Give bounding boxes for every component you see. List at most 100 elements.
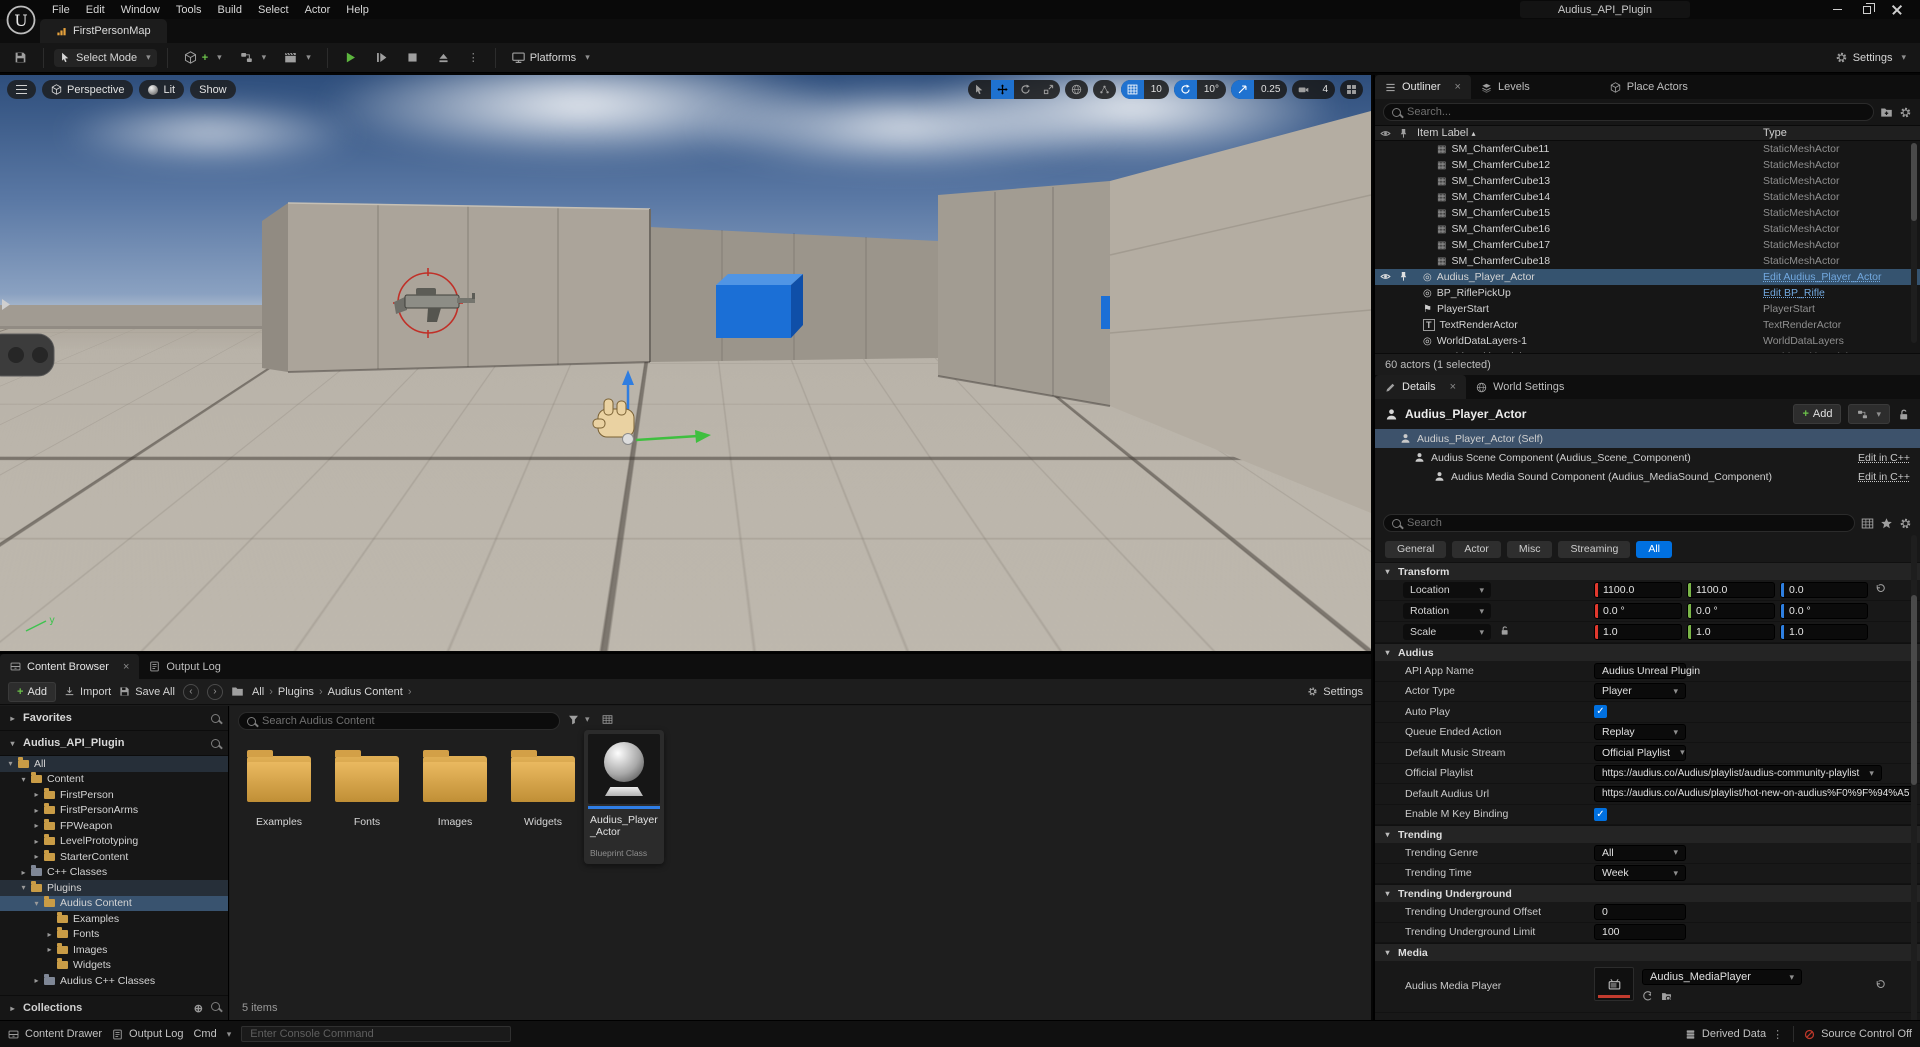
maximize-button[interactable] [1852, 1, 1882, 18]
filter-chip[interactable]: Streaming [1558, 541, 1630, 558]
tab-details[interactable]: Details × [1375, 375, 1466, 399]
content-tree-item[interactable]: LevelPrototyping [0, 834, 228, 850]
property-text-field[interactable]: 100 [1594, 924, 1686, 940]
content-tree-item[interactable]: Images [0, 942, 228, 958]
outliner-search-input[interactable]: Search... [1383, 103, 1874, 121]
x-value-field[interactable]: 1100.0 [1594, 582, 1682, 598]
content-tree-item[interactable]: FirstPersonArms [0, 803, 228, 819]
breadcrumb-item[interactable]: Audius Content [328, 686, 403, 698]
y-value-field[interactable]: 0.0 ° [1687, 603, 1775, 619]
cinematics-button[interactable]: ▾ [278, 48, 317, 67]
content-tree-item[interactable]: All [0, 756, 228, 772]
outliner-row[interactable]: SM_ChamferCube15 StaticMeshActor [1375, 205, 1920, 221]
content-browser-settings-button[interactable]: Settings [1307, 686, 1363, 698]
outliner-row[interactable]: SM_ChamferCube11 StaticMeshActor [1375, 141, 1920, 157]
source-control-button[interactable]: Source Control Off [1804, 1028, 1912, 1040]
z-value-field[interactable]: 0.0 ° [1780, 603, 1868, 619]
z-value-field[interactable]: 0.0 [1780, 582, 1868, 598]
content-tree-item[interactable]: Audius Content [0, 896, 228, 912]
content-tree-item[interactable]: C++ Classes [0, 865, 228, 881]
folder-tile[interactable]: Widgets [506, 756, 580, 828]
item-label-column[interactable]: Item Label ▴ [1417, 127, 1475, 139]
content-tree-item[interactable]: FPWeapon [0, 818, 228, 834]
new-folder-icon[interactable] [1880, 106, 1893, 119]
actor-type[interactable]: StaticMeshActor [1763, 221, 1839, 237]
outliner-scrollbar[interactable] [1911, 143, 1917, 343]
property-checkbox[interactable]: ✓ [1594, 808, 1607, 821]
outliner-row[interactable]: SM_ChamferCube14 StaticMeshActor [1375, 189, 1920, 205]
lock-open-icon[interactable] [1499, 625, 1510, 636]
outliner-row[interactable]: PlayerStart PlayerStart [1375, 301, 1920, 317]
actor-type[interactable]: StaticMeshActor [1763, 141, 1839, 157]
component-row[interactable]: Audius Scene Component (Audius_Scene_Com… [1375, 448, 1920, 467]
filter-chip[interactable]: All [1636, 541, 1672, 558]
pin-icon[interactable] [1398, 271, 1409, 282]
content-tree-item[interactable]: StarterContent [0, 849, 228, 865]
property-checkbox[interactable]: ✓ [1594, 705, 1607, 718]
folder-tile[interactable]: Images [418, 756, 492, 828]
asset-search-input[interactable]: Search Audius Content [238, 712, 560, 730]
view-options-button[interactable] [602, 714, 613, 728]
gear-icon[interactable] [1899, 517, 1912, 530]
content-drawer-button[interactable]: Content Drawer [8, 1028, 102, 1040]
details-scrollbar[interactable] [1911, 535, 1917, 1047]
browse-to-asset-icon[interactable] [1661, 991, 1672, 1002]
menu-item[interactable]: Window [113, 2, 168, 18]
menu-item[interactable]: Build [210, 2, 250, 18]
scale-snap-value[interactable]: 0.25 [1254, 80, 1287, 99]
content-tree-item[interactable]: Examples [0, 911, 228, 927]
viewport-options-button[interactable] [7, 80, 36, 99]
gear-icon[interactable] [1899, 106, 1912, 119]
transform-axis-dropdown[interactable]: Scale▾ [1403, 624, 1491, 640]
forward-button[interactable]: › [207, 684, 223, 700]
outliner-row[interactable]: WorldDataLayers-1 WorldDataLayers [1375, 333, 1920, 349]
y-value-field[interactable]: 1100.0 [1687, 582, 1775, 598]
stop-button[interactable] [400, 48, 425, 67]
property-dropdown[interactable]: Replay▾ [1594, 724, 1686, 740]
property-text-field[interactable]: 0 [1594, 904, 1686, 920]
reset-to-default-icon[interactable] [1875, 979, 1886, 990]
actor-type[interactable]: Edit Audius_Player_Actor [1763, 269, 1881, 285]
camera-speed-button[interactable] [1292, 80, 1315, 99]
property-text-field[interactable]: https://audius.co/Audius/playlist/hot-ne… [1594, 786, 1917, 802]
perspective-dropdown[interactable]: Perspective [42, 80, 133, 99]
grid-snap-toggle[interactable] [1121, 80, 1144, 99]
actor-type[interactable]: StaticMeshActor [1763, 189, 1839, 205]
camera-speed-value[interactable]: 4 [1315, 80, 1335, 99]
select-tool-button[interactable] [968, 80, 991, 99]
outliner-row[interactable]: TextRenderActor TextRenderActor [1375, 317, 1920, 333]
actor-type[interactable]: StaticMeshActor [1763, 205, 1839, 221]
tab-levels[interactable]: Levels [1471, 75, 1540, 99]
show-dropdown[interactable]: Show [190, 80, 236, 99]
close-icon[interactable]: × [1450, 381, 1456, 393]
asset-tile-blueprint[interactable]: Audius_Player_Actor Blueprint Class [584, 730, 664, 864]
save-button[interactable] [8, 48, 33, 67]
import-button[interactable]: Import [64, 686, 111, 698]
favorites-section[interactable]: ▸ Favorites [0, 706, 228, 731]
property-dropdown[interactable]: Official Playlist▾ [1594, 745, 1686, 761]
property-dropdown[interactable]: Week▾ [1594, 865, 1686, 881]
property-dropdown[interactable]: Player▾ [1594, 683, 1686, 699]
property-dropdown[interactable]: All▾ [1594, 845, 1686, 861]
eye-icon[interactable] [1380, 271, 1391, 282]
actor-type[interactable]: StaticMeshActor [1763, 237, 1839, 253]
outliner-row[interactable]: SM_ChamferCube12 StaticMeshActor [1375, 157, 1920, 173]
x-value-field[interactable]: 1.0 [1594, 624, 1682, 640]
content-tree-item[interactable]: FirstPerson [0, 787, 228, 803]
breadcrumb-item[interactable]: Plugins [278, 686, 314, 698]
outliner-column-header[interactable]: Item Label ▴ Type [1375, 125, 1920, 141]
tab-place-actors[interactable]: Place Actors [1600, 75, 1698, 99]
actor-type[interactable]: StaticMeshActor [1763, 173, 1839, 189]
search-icon[interactable] [211, 1002, 220, 1011]
add-collection-icon[interactable]: ⊕ [194, 1002, 203, 1015]
content-tree-item[interactable]: Widgets [0, 958, 228, 974]
collections-section[interactable]: ▸ Collections ⊕ [0, 995, 228, 1020]
minimize-button[interactable] [1822, 1, 1852, 18]
platforms-dropdown[interactable]: Platforms ▾ [506, 48, 596, 67]
property-dropdown[interactable]: https://audius.co/Audius/playlist/audius… [1594, 765, 1882, 781]
section-audius[interactable]: ▾ Audius [1375, 643, 1920, 661]
actor-type[interactable]: Edit BP_Rifle [1763, 285, 1825, 301]
details-search-input[interactable]: Search [1383, 514, 1855, 532]
filter-button[interactable]: ▾ [568, 714, 590, 725]
media-player-thumbnail[interactable] [1594, 967, 1634, 1001]
